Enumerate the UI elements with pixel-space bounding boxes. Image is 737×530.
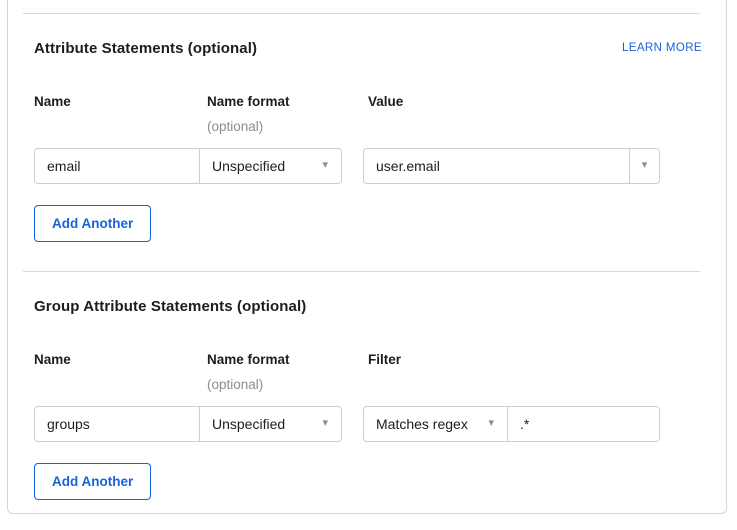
saml-settings-card: Attribute Statements (optional) LEARN MO…: [7, 0, 727, 514]
name-format-label: Name format: [207, 351, 364, 369]
section-divider: [23, 271, 700, 272]
group-attribute-row: Unspecified ▾ Matches regex ▾: [34, 406, 702, 442]
attribute-statements-section: Attribute Statements (optional) LEARN MO…: [8, 38, 726, 242]
value-dropdown-button[interactable]: ▾: [629, 148, 660, 184]
group-attribute-statements-section: Group Attribute Statements (optional) Na…: [8, 296, 726, 500]
name-format-column-header: Name format (optional): [200, 93, 364, 136]
filter-column-header: Filter: [364, 351, 401, 394]
chevron-down-icon: ▾: [322, 418, 328, 429]
column-labels-row: Name Name format (optional) Value: [34, 93, 702, 136]
section-title: Attribute Statements (optional): [34, 40, 257, 57]
name-format-optional-label: (optional): [207, 376, 364, 394]
filter-type-selected-value: Matches regex: [376, 416, 468, 432]
add-another-button[interactable]: Add Another: [34, 205, 151, 242]
name-column-header: Name: [34, 351, 200, 394]
learn-more-link[interactable]: LEARN MORE: [622, 42, 702, 54]
filter-type-select[interactable]: Matches regex ▾: [363, 406, 508, 442]
chevron-down-icon: ▾: [322, 160, 328, 171]
group-attribute-name-input[interactable]: [34, 406, 200, 442]
value-column-header: Value: [364, 93, 403, 136]
chevron-down-icon: ▾: [488, 418, 494, 429]
section-header: Group Attribute Statements (optional): [34, 296, 702, 316]
name-label: Name: [34, 93, 200, 111]
filter-combo-field: Matches regex ▾: [363, 406, 660, 442]
name-column-header: Name: [34, 93, 200, 136]
name-format-optional-label: (optional): [207, 118, 364, 136]
name-format-selected-value: Unspecified: [212, 158, 285, 174]
value-combo-field: ▾: [363, 148, 660, 184]
attribute-name-input[interactable]: [34, 148, 200, 184]
add-another-button[interactable]: Add Another: [34, 463, 151, 500]
name-format-label: Name format: [207, 93, 364, 111]
column-labels-row: Name Name format (optional) Filter: [34, 351, 702, 394]
section-divider: [23, 13, 700, 14]
filter-label: Filter: [368, 351, 401, 369]
name-format-column-header: Name format (optional): [200, 351, 364, 394]
chevron-down-icon: ▾: [642, 160, 648, 171]
name-format-select[interactable]: Unspecified ▾: [199, 148, 342, 184]
attribute-row: Unspecified ▾ ▾: [34, 148, 702, 184]
attribute-value-input[interactable]: [363, 148, 630, 184]
name-format-select[interactable]: Unspecified ▾: [199, 406, 342, 442]
section-title: Group Attribute Statements (optional): [34, 298, 306, 315]
name-format-selected-value: Unspecified: [212, 416, 285, 432]
value-label: Value: [368, 93, 403, 111]
name-label: Name: [34, 351, 200, 369]
section-header: Attribute Statements (optional) LEARN MO…: [34, 38, 702, 58]
filter-expression-input[interactable]: [507, 406, 660, 442]
